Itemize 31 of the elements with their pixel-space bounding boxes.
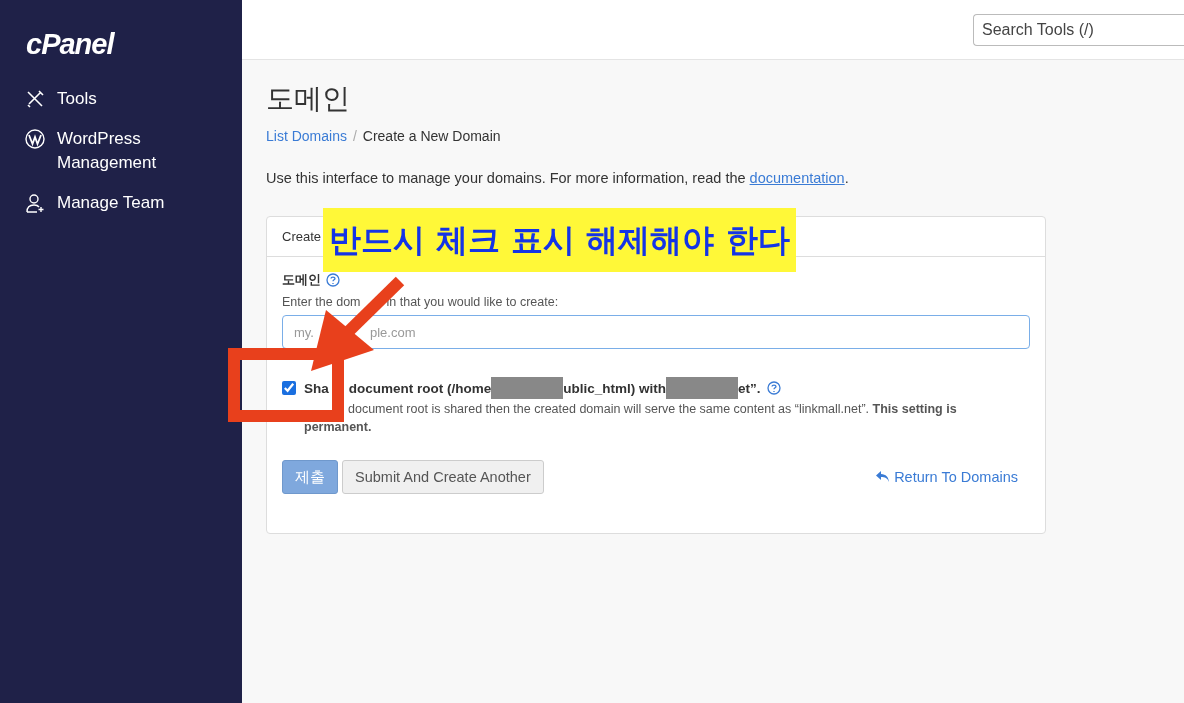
documentation-link[interactable]: documentation [749,170,845,186]
help-text: document root is shared then the created domain will serve the same content as “linkmall.net”. This setting is [348,401,957,418]
page-title: 도메인 [266,82,351,116]
submit-and-create-another-button[interactable]: Submit And Create Another [342,460,544,494]
sidebar-item[interactable]: Tools [0,87,242,127]
panel-header: Create [282,229,322,244]
field-hint: Enter the dom [282,295,361,309]
wordpress-icon [25,129,45,149]
breadcrumb-separator: / [352,128,357,144]
tools-icon [25,89,45,109]
annotation-callout: 반드시 체크 표시 해제해야 한다 [323,208,796,272]
checkbox-label: document root (/home [348,380,492,396]
checkbox-label: ublic_html) with [563,380,666,396]
checkbox-label: Sha [304,380,329,396]
return-link[interactable]: Return To Domains [876,469,1018,485]
sidebar-item[interactable]: Manage Team [0,191,242,231]
logo[interactable]: cPanel [26,27,242,61]
add-user-icon [25,193,45,213]
share-checkbox[interactable] [282,381,296,395]
search-field[interactable]: Search Tools (/) [973,13,1184,46]
breadcrumb-link[interactable]: List Domains [266,128,347,144]
help-icon[interactable] [326,273,340,287]
breadcrumb-current: Create a New Domain [362,128,501,144]
field-label: 도메인 [282,271,321,289]
redaction-block [666,377,738,399]
checkbox-label: et”. [738,380,761,396]
intro-text: Use this interface to manage your domains. For more information, read the documentation. [266,170,850,186]
help-text: permanent. [304,419,373,436]
sidebar-item[interactable]: WordPress Management [0,127,242,191]
reply-arrow-icon [876,471,891,483]
help-icon[interactable] [766,381,781,395]
